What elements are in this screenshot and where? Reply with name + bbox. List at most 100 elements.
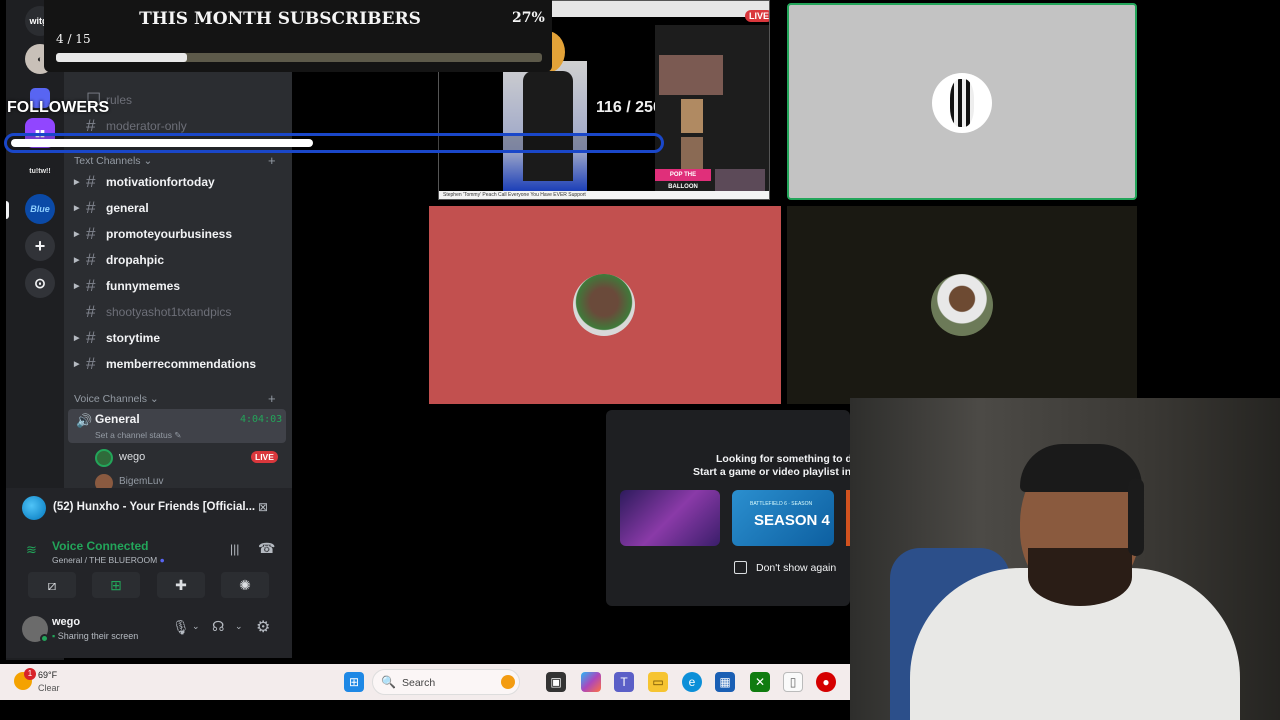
close-media-icon[interactable]: ⊠ <box>258 500 268 514</box>
taskbar-search-box[interactable]: 🔍 Search <box>372 669 520 695</box>
channel-promoteyourbusiness[interactable]: ▶ # promoteyourbusiness <box>74 222 284 246</box>
channel-memberrecommendations[interactable]: ▶ # memberrecommendations <box>74 352 284 376</box>
server-label: tu!tw!! <box>29 167 51 175</box>
weather-temp[interactable]: 69°F <box>38 670 57 680</box>
voice-member-bigemluv[interactable]: BigemLuv <box>95 474 285 488</box>
server-icon-tutw[interactable]: tu!tw!! <box>25 156 55 186</box>
participant-tile-dark[interactable] <box>787 206 1137 404</box>
channel-label: storytime <box>106 331 161 345</box>
voice-channels-category[interactable]: Voice Channels ⌄ <box>74 393 159 405</box>
voice-channel-general[interactable]: 🔊 General 4:04:03 Set a channel status ✎ <box>68 409 286 443</box>
subscribers-count: 4 / 15 <box>56 32 91 46</box>
channel-label: shootyashot1txtandpics <box>106 305 232 319</box>
hash-icon: # <box>86 328 96 347</box>
dont-show-label[interactable]: Don't show again <box>756 562 836 574</box>
channel-sidebar: ☐ rules # moderator-only Text Channels ⌄ +… <box>64 0 292 488</box>
notepad-icon[interactable]: ▯ <box>783 672 803 692</box>
create-channel-icon[interactable]: + <box>268 153 276 168</box>
headphones-chevron-icon[interactable]: ⌄ <box>235 621 243 632</box>
stream-counter: 116 / 250 <box>596 99 662 116</box>
add-server-icon[interactable]: + <box>25 231 55 261</box>
voice-channel-path[interactable]: General / THE BLUEROOM <box>52 555 157 565</box>
voice-member-wego[interactable]: wego LIVE <box>95 448 285 468</box>
channel-label: memberrecommendations <box>106 357 257 371</box>
member-avatar <box>95 474 113 488</box>
screen-share-icon: ⊞ <box>110 576 122 593</box>
camera-off-icon: ⧄ <box>47 576 57 593</box>
channel-label: dropahpic <box>106 253 165 267</box>
soundboard-button[interactable]: ✺ <box>221 572 269 598</box>
copilot-icon[interactable] <box>581 672 601 692</box>
edge-browser-icon <box>22 496 46 520</box>
chevron-right-icon: ▶ <box>74 179 80 186</box>
text-channels-category[interactable]: Text Channels ⌄ <box>74 155 152 167</box>
microphone-icon[interactable]: 🎙 <box>172 619 190 636</box>
xbox-icon[interactable]: ✕ <box>750 672 770 692</box>
subscribers-title: THIS MONTH SUBSCRIBERS <box>139 9 421 29</box>
activity-card-battlefield[interactable]: BATTLEFIELD 6 · SEASON SEASON 4 <box>732 490 834 546</box>
headphones-icon[interactable]: ☊ <box>212 618 224 635</box>
username[interactable]: wego <box>52 616 80 628</box>
store-icon[interactable]: ▦ <box>715 672 735 692</box>
windows-taskbar: 1 69°F Clear ⊞ 🔍 Search ▣ T ▭ e ▦ ✕ ▯ ● <box>0 664 850 700</box>
activity-card-game-1[interactable] <box>620 490 720 546</box>
voice-status[interactable]: Voice Connected <box>52 539 148 553</box>
camera-off-button[interactable]: ⧄ <box>28 572 76 598</box>
webcam-feed <box>850 398 1280 720</box>
participant-tile-zebra[interactable] <box>787 3 1137 200</box>
channel-dropahpic[interactable]: ▶ # dropahpic <box>74 248 284 272</box>
subscribers-percent: 27% <box>512 10 545 26</box>
windows-start-icon[interactable]: ⊞ <box>344 672 364 692</box>
activity-suggestions-panel: Looking for something to do? Start a gam… <box>606 410 865 606</box>
now-playing-panel[interactable]: (52) Hunxho - Your Friends [Official... … <box>6 488 292 528</box>
followers-progress-fill <box>11 139 313 147</box>
stream-video-grid <box>655 25 769 191</box>
task-view-icon[interactable]: ▣ <box>546 672 566 692</box>
followers-label: FOLLOWERS <box>7 99 110 116</box>
channel-funnymemes[interactable]: ▶ # funnymemes <box>74 274 284 298</box>
live-badge: LIVE <box>251 451 278 463</box>
channel-label: general <box>106 201 149 215</box>
create-voice-channel-icon[interactable]: + <box>268 391 276 406</box>
recording-app-icon[interactable]: ● <box>816 672 836 692</box>
person-cap <box>1020 444 1142 492</box>
dont-show-checkbox[interactable] <box>734 561 747 574</box>
file-explorer-icon[interactable]: ▭ <box>648 672 668 692</box>
noise-suppression-icon[interactable]: ||| <box>230 542 239 556</box>
channel-status-field[interactable]: Set a channel status ✎ <box>95 430 182 441</box>
channel-shootyashot[interactable]: # shootyashot1txtandpics <box>74 300 284 324</box>
settings-gear-icon[interactable]: ⚙ <box>256 617 270 637</box>
channel-label: moderator-only <box>106 119 187 133</box>
activities-button[interactable]: ✚ <box>157 572 205 598</box>
participant-avatar <box>932 73 992 133</box>
server-label: Blue <box>30 204 50 214</box>
channel-label: promoteyourbusiness <box>106 227 233 241</box>
server-icon-blue[interactable]: Blue <box>25 194 55 224</box>
disconnect-icon[interactable]: ☎ <box>258 540 275 557</box>
card-subtitle: BATTLEFIELD 6 · SEASON <box>750 501 813 507</box>
participant-tile-red[interactable] <box>429 206 781 404</box>
weather-desc[interactable]: Clear <box>38 683 60 693</box>
channel-motivationfortoday[interactable]: ▶ # motivationfortoday <box>74 170 284 194</box>
video-thumb <box>659 55 723 95</box>
hash-icon: # <box>86 302 96 321</box>
card-title: SEASON 4 <box>754 512 830 529</box>
hash-icon: # <box>86 250 96 269</box>
mic-chevron-icon[interactable]: ⌄ <box>192 621 200 632</box>
pencil-icon: ✎ <box>174 430 182 440</box>
voice-connection-panel: ≋ Voice Connected General / THE BLUEROOM… <box>6 528 292 606</box>
followers-progress-bar <box>4 133 664 153</box>
edge-icon[interactable]: e <box>682 672 702 692</box>
discover-icon[interactable]: ⊙ <box>25 268 55 298</box>
search-icon: 🔍 <box>381 675 396 689</box>
screen-share-button[interactable]: ⊞ <box>92 572 140 598</box>
teams-icon[interactable]: T <box>614 672 634 692</box>
hash-icon: # <box>86 276 96 295</box>
pop-balloon-banner: POP THE BALLOON <box>655 169 711 190</box>
channel-general[interactable]: ▶ # general <box>74 196 284 220</box>
hash-icon: # <box>86 354 96 373</box>
channel-storytime[interactable]: ▶ # storytime <box>74 326 284 350</box>
user-panel: wego ▪ Sharing their screen 🎙 ⌄ ☊ ⌄ ⚙ <box>6 606 292 658</box>
category-label: Text Channels <box>74 155 141 167</box>
voice-channel-label: General <box>95 412 140 426</box>
